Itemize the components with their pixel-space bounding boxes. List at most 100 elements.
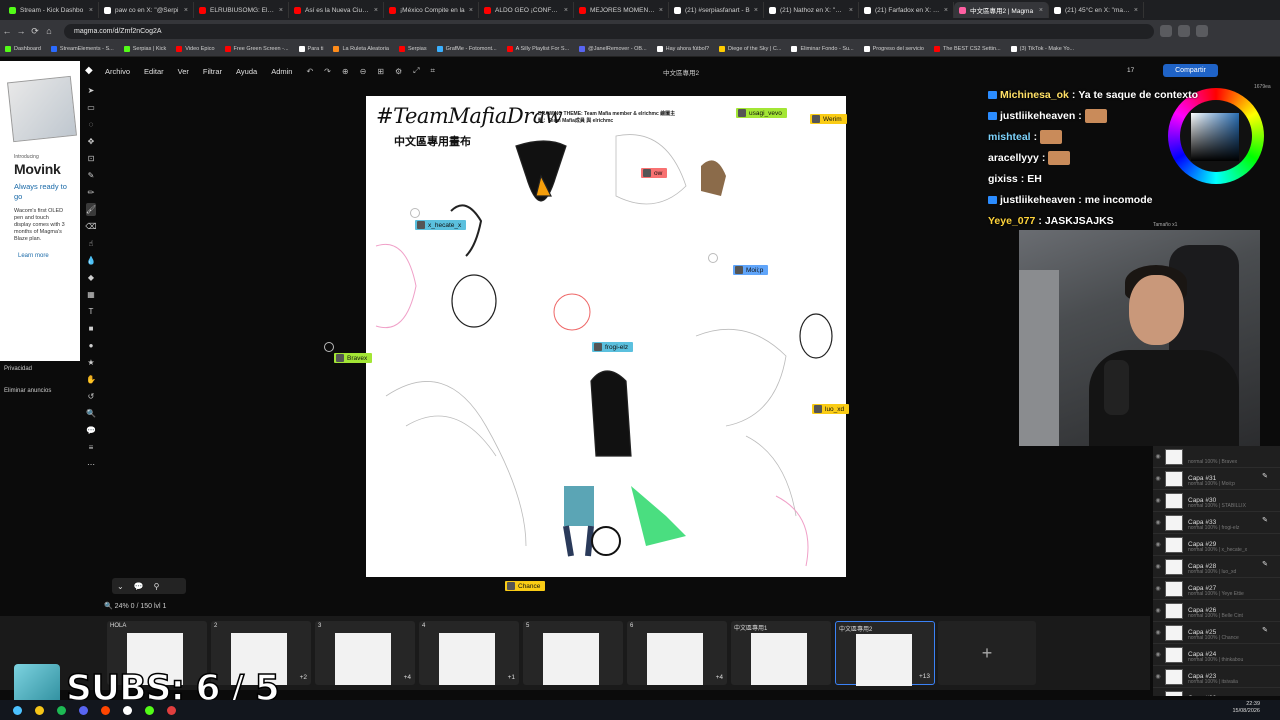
close-icon[interactable]: × [279, 7, 283, 14]
share-button[interactable]: Compartir [1163, 64, 1218, 77]
close-icon[interactable]: × [184, 7, 188, 14]
page-thumbnail[interactable]: 5 [523, 621, 623, 685]
url-field[interactable]: magma.com/d/Zmf2nCog2A [64, 23, 1154, 39]
layer-row[interactable]: ◉ Capa #26 normal 100% | Belle Cint [1153, 600, 1280, 622]
text-icon[interactable]: T [86, 305, 96, 318]
star-icon[interactable]: ★ [86, 356, 96, 369]
brush-icon[interactable]: 🖌 [86, 203, 96, 216]
menu-filtrar[interactable]: Filtrar [203, 67, 222, 76]
pencil-icon[interactable]: ✏ [86, 186, 96, 199]
browser-tab[interactable]: ELRUBIUSOMG: El You × [194, 2, 289, 18]
taskbar-app-icon[interactable] [167, 705, 176, 715]
close-icon[interactable]: × [374, 7, 378, 14]
settings-icon[interactable]: ⚙ [395, 67, 402, 76]
browser-tab[interactable]: Stream - Kick Dashbo × [4, 2, 99, 18]
privacy-link[interactable]: Privacidad [4, 366, 32, 372]
bookmark-item[interactable]: Eliminar Fondo - Su... [786, 46, 858, 52]
crop-icon[interactable]: ⊡ [86, 152, 96, 165]
bookmark-item[interactable]: GrafMe - Fotomont... [432, 46, 502, 52]
rotate-icon[interactable]: ↺ [86, 390, 96, 403]
layer-row[interactable]: ◉ Capa #25 normal 100% | Chance ✎ [1153, 622, 1280, 644]
taskbar-app-icon[interactable] [79, 705, 88, 715]
browser-tab[interactable]: (21) #serpiasfanart - B × [669, 2, 764, 18]
close-icon[interactable]: × [564, 7, 568, 14]
bookmark-item[interactable]: La Ruleta Aleatoria [328, 46, 393, 52]
pointer-icon[interactable]: ➤ [86, 84, 96, 97]
bookmark-item[interactable]: Serpias | Kick [119, 46, 172, 52]
browser-tab[interactable]: ALDO GEO ¡CONFRON × [479, 2, 574, 18]
layer-row[interactable]: ◉ Capa #33 normal 100% | frogi-elz ✎ [1153, 512, 1280, 534]
menu-archivo[interactable]: Archivo [105, 67, 130, 76]
taskbar-app-icon[interactable] [145, 705, 154, 715]
chevron-down-icon[interactable]: ⌄ [117, 582, 124, 591]
eye-icon[interactable]: ◉ [1153, 453, 1163, 460]
zoom-tool-icon[interactable]: 🔍 [86, 407, 96, 420]
zoom-in-icon[interactable]: ⊕ [342, 67, 349, 76]
extension-icon[interactable] [1160, 25, 1172, 37]
profile-icon[interactable] [1178, 25, 1190, 37]
grid-icon[interactable]: ⌗ [431, 66, 436, 76]
close-icon[interactable]: × [469, 7, 473, 14]
transform-icon[interactable]: ⊞ [377, 67, 384, 76]
eye-icon[interactable]: ◉ [1153, 563, 1163, 570]
close-icon[interactable]: × [944, 7, 948, 14]
close-icon[interactable]: × [1134, 7, 1138, 14]
add-page-button[interactable]: + [938, 621, 1036, 685]
bookmark-item[interactable]: Hay ahora fútbol? [652, 46, 714, 52]
fill-icon[interactable]: ◆ [86, 271, 96, 284]
drawing-canvas[interactable]: #TeamMafiaDraw 中文區專用畫布 DRAWING THEME: Te… [366, 96, 846, 577]
eye-icon[interactable]: ◉ [1153, 475, 1163, 482]
taskbar-app-icon[interactable] [57, 705, 66, 715]
redo-icon[interactable]: ↷ [324, 67, 331, 76]
view-controls[interactable]: ⌄ 💬 ⚲ [112, 578, 186, 594]
layer-row[interactable]: ◉ Capa #22 [1153, 688, 1280, 696]
layer-row[interactable]: ◉ Capa #28 normal 100% | luo_xd ✎ [1153, 556, 1280, 578]
layer-row[interactable]: ◉ Capa #30 normal 100% | STABILLIX [1153, 490, 1280, 512]
filter-icon[interactable]: ≡ [86, 441, 96, 454]
taskbar-app-icon[interactable] [101, 705, 110, 715]
eraser-icon[interactable]: ⌫ [85, 220, 96, 233]
ad-learn-more-link[interactable]: Learn more [18, 253, 80, 259]
brush-preset-icon[interactable]: ⚲ [154, 582, 160, 591]
lasso-icon[interactable]: ◌ [86, 118, 96, 131]
reload-icon[interactable]: ⟳ [28, 26, 42, 37]
bookmark-item[interactable]: Free Green Screen -... [220, 46, 294, 52]
browser-tab[interactable]: Así es la Nueva Ciudad × [289, 2, 384, 18]
magma-logo-icon[interactable]: ◆ [85, 65, 97, 77]
bookmark-item[interactable]: The BEST CS2 Settin... [929, 46, 1006, 52]
layer-row[interactable]: ◉ Capa #27 normal 100% | Yeye Ettie [1153, 578, 1280, 600]
bookmark-item[interactable]: @JanelRemover - OB... [574, 46, 651, 52]
bookmark-item[interactable]: Diege of the Sky | C... [714, 46, 786, 52]
eye-icon[interactable]: ◉ [1153, 541, 1163, 548]
bookmark-item[interactable]: A Silly Playlist For S... [502, 46, 575, 52]
browser-tab[interactable]: MEJORES MOMENTO × [574, 2, 669, 18]
close-icon[interactable]: × [754, 7, 758, 14]
taskbar-app-icon[interactable] [123, 705, 132, 715]
browser-tab[interactable]: (21) Nathoz en X: "El m × [764, 2, 859, 18]
gradient-icon[interactable]: ▦ [86, 288, 96, 301]
bookmark-item[interactable]: Progreso del servicio [859, 46, 929, 52]
bookmark-item[interactable]: Serpias [394, 46, 432, 52]
layer-row[interactable]: ◉ Capa #23 normal 100% | itsivaiia [1153, 666, 1280, 688]
document-title[interactable]: 中文區專用2 [663, 67, 699, 77]
page-thumbnail[interactable]: 中文區專用1 [731, 621, 831, 685]
bookmark-item[interactable]: Video Epico [171, 46, 219, 52]
home-icon[interactable]: ⌂ [42, 26, 56, 36]
eye-icon[interactable]: ◉ [1153, 651, 1163, 658]
layer-row[interactable]: ◉ Capa #31 normal 100% | Moii;p ✎ [1153, 468, 1280, 490]
eye-icon[interactable]: ◉ [1153, 497, 1163, 504]
ad-panel[interactable]: Introducing Movink Always ready to go Wa… [0, 61, 80, 361]
smudge-icon[interactable]: ☝ [86, 237, 96, 250]
hand-icon[interactable]: ✋ [86, 373, 96, 386]
page-thumbnail[interactable]: 3 +4 [315, 621, 415, 685]
page-thumbnail[interactable]: 中文區專用2 +13 [835, 621, 935, 686]
close-icon[interactable]: × [89, 7, 93, 14]
menu-icon[interactable] [1196, 25, 1208, 37]
browser-tab[interactable]: paw co en X: "@Serpi × [99, 2, 194, 18]
page-thumbnail[interactable]: 6 +4 [627, 621, 727, 685]
chat-icon[interactable]: 💬 [134, 582, 144, 591]
close-icon[interactable]: × [1039, 7, 1043, 14]
eyedropper-icon[interactable]: ✎ [86, 169, 96, 182]
menu-ver[interactable]: Ver [178, 67, 189, 76]
bookmark-item[interactable]: Para ti [294, 46, 329, 52]
